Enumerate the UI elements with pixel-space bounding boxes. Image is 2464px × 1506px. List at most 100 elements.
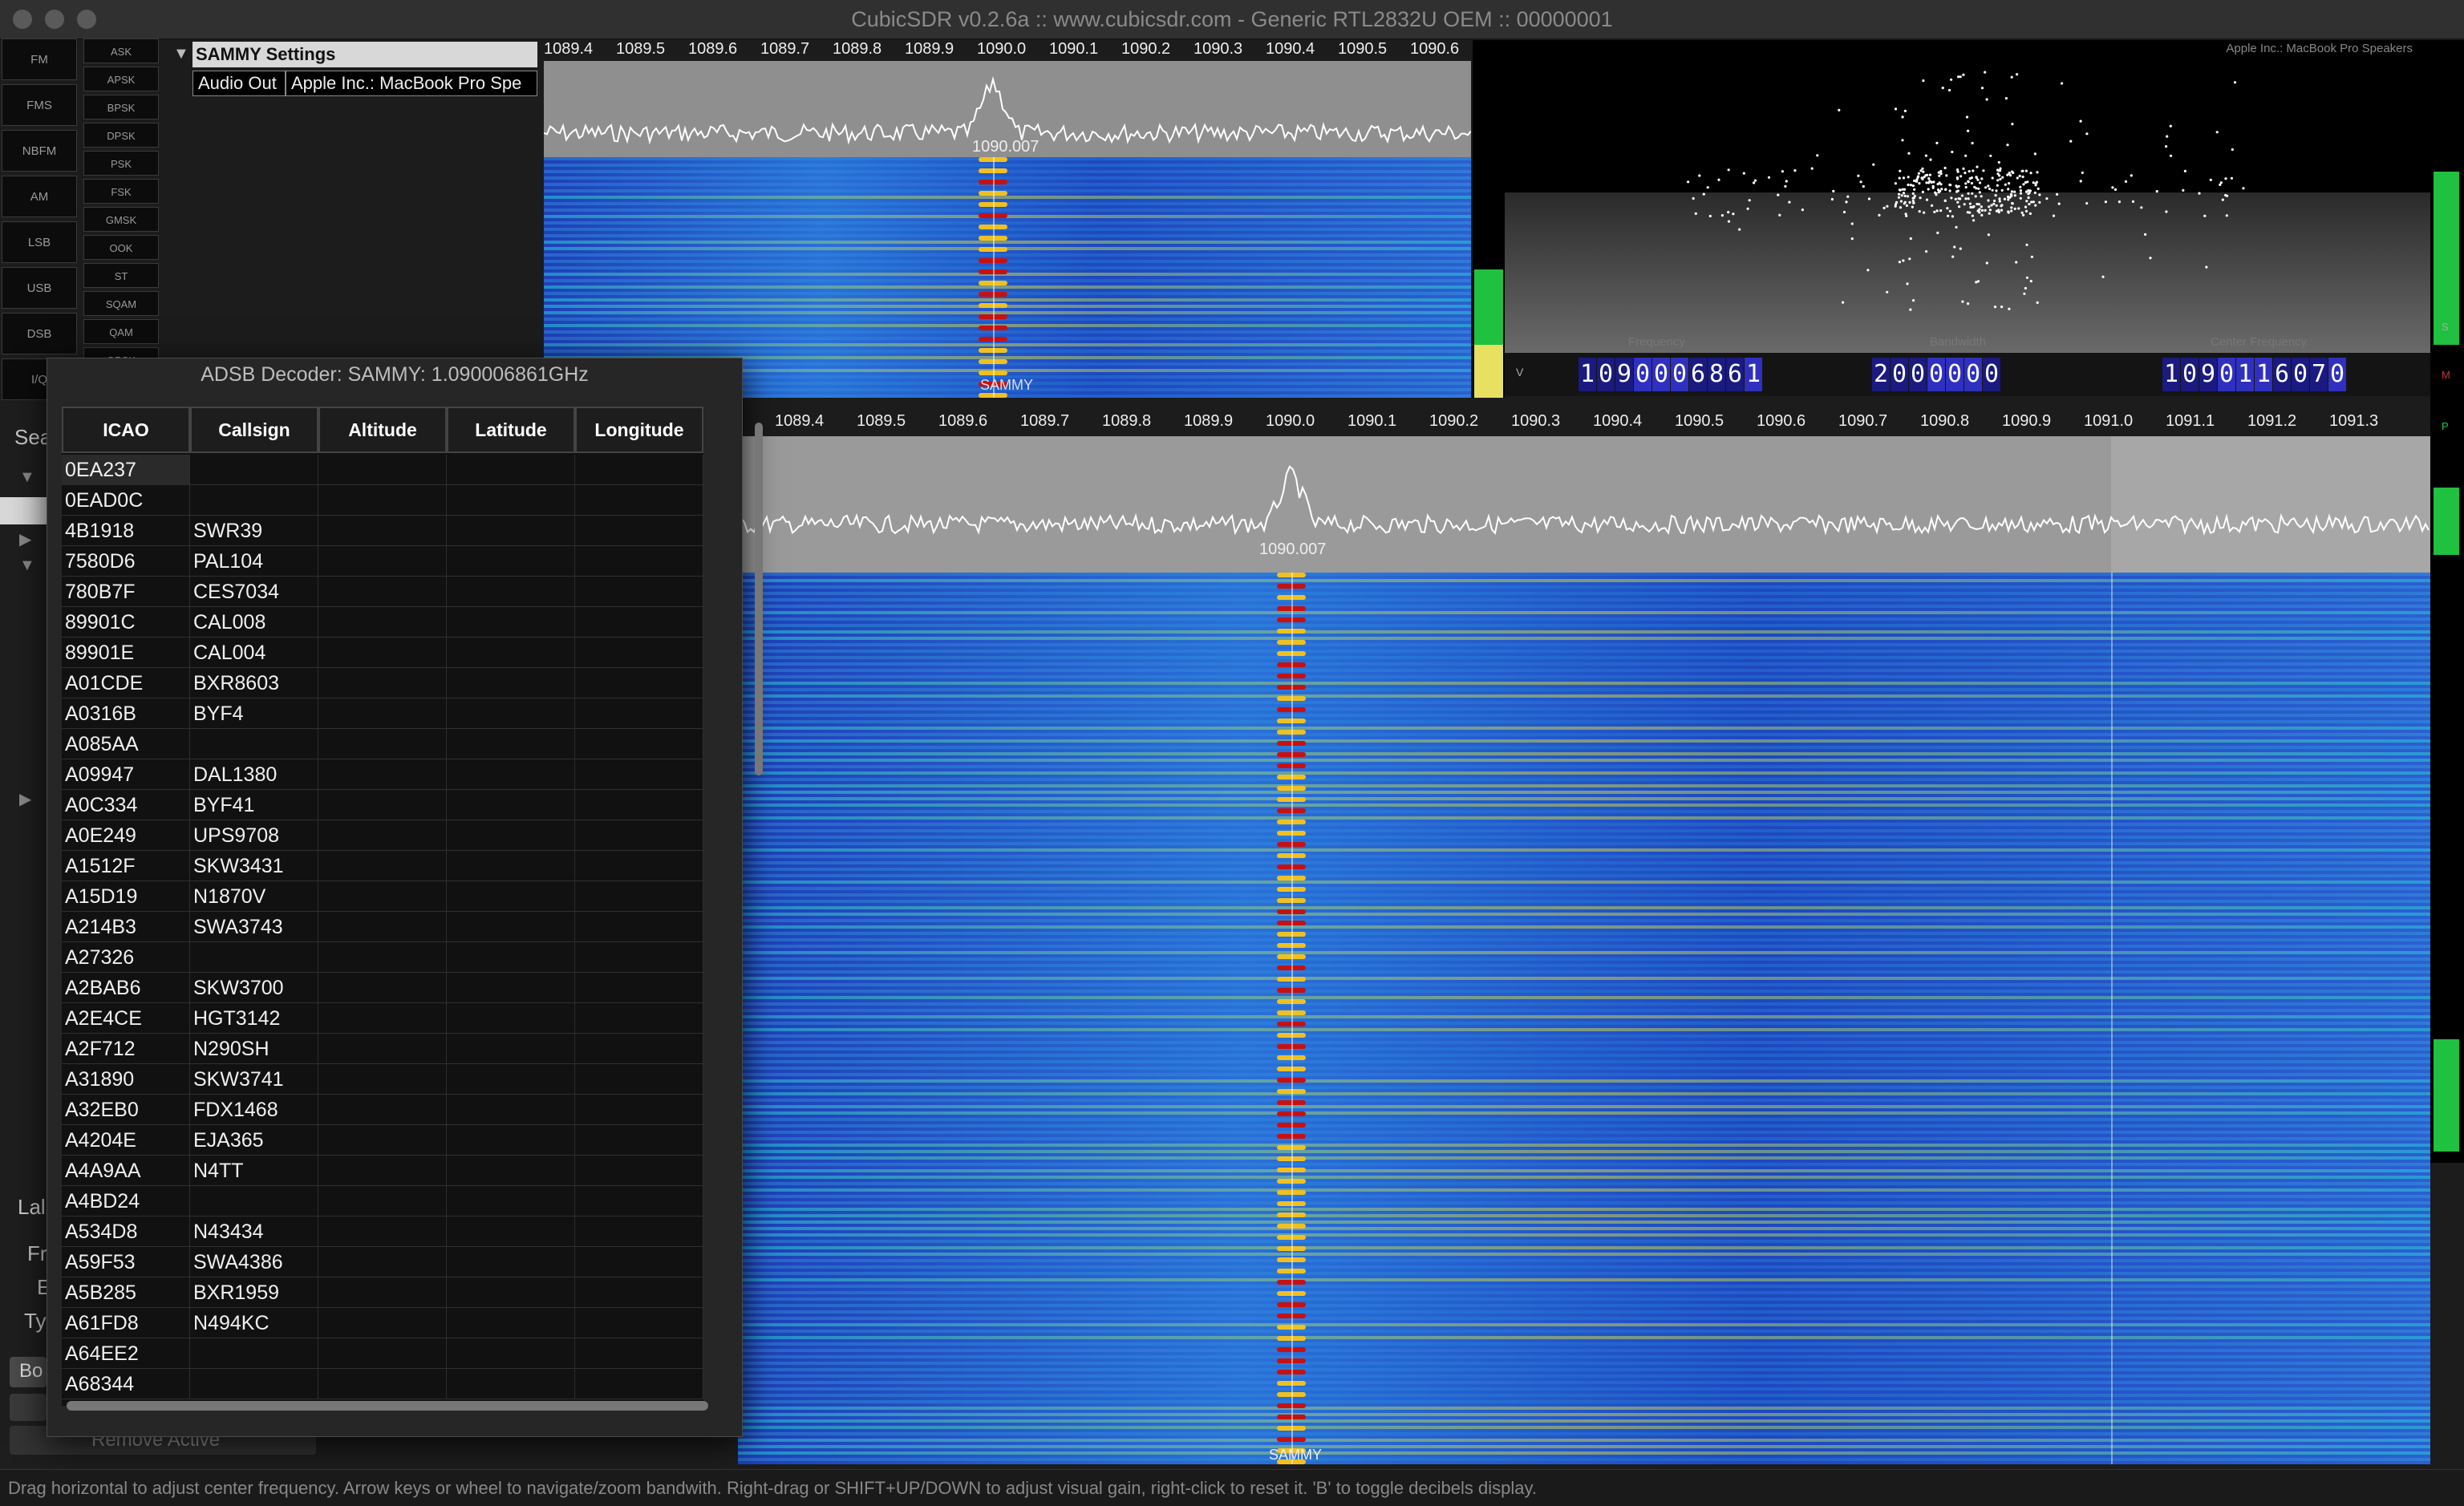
button-fragment[interactable] bbox=[10, 1394, 47, 1421]
expand-arrow-icon[interactable]: ▼ bbox=[19, 468, 35, 487]
mode-button-dsb[interactable]: DSB bbox=[2, 313, 77, 354]
digital-mode-button-fsk[interactable]: FSK bbox=[83, 179, 159, 204]
table-row[interactable]: A01CDE BXR8603 bbox=[62, 668, 703, 698]
table-row[interactable]: A0C334 BYF41 bbox=[62, 790, 703, 820]
table-row[interactable]: A0316B BYF4 bbox=[62, 698, 703, 729]
digit[interactable]: 2 bbox=[1872, 358, 1890, 391]
table-row[interactable]: A085AA bbox=[62, 729, 703, 759]
table-row[interactable]: 780B7F CES7034 bbox=[62, 577, 703, 607]
table-row[interactable]: A31890 SKW3741 bbox=[62, 1064, 703, 1095]
digit[interactable]: 0 bbox=[1927, 358, 1945, 391]
table-row[interactable]: A27326 bbox=[62, 942, 703, 973]
digit[interactable]: 0 bbox=[2218, 358, 2235, 391]
table-row[interactable]: 4B1918 SWR39 bbox=[62, 516, 703, 546]
table-row[interactable]: 0EAD0C bbox=[62, 485, 703, 516]
table-row[interactable]: A68344 bbox=[62, 1369, 703, 1399]
digit[interactable]: 6 bbox=[2273, 358, 2291, 391]
table-row[interactable]: A214B3 SWA3743 bbox=[62, 912, 703, 942]
right-meters[interactable]: S M P bbox=[2430, 40, 2464, 1163]
column-header-icao[interactable]: ICAO bbox=[62, 407, 190, 453]
collapse-arrow-icon-2[interactable]: ▶ bbox=[19, 789, 31, 809]
digit[interactable]: 0 bbox=[1964, 358, 1982, 391]
table-row[interactable]: A4204E EJA365 bbox=[62, 1125, 703, 1156]
column-header-callsign[interactable]: Callsign bbox=[190, 407, 318, 453]
digit[interactable]: 0 bbox=[2328, 358, 2346, 391]
digit[interactable]: 0 bbox=[1946, 358, 1964, 391]
column-header-latitude[interactable]: Latitude bbox=[447, 407, 575, 453]
table-row[interactable]: A09947 DAL1380 bbox=[62, 759, 703, 790]
table-row[interactable]: 89901E CAL004 bbox=[62, 638, 703, 668]
column-header-altitude[interactable]: Altitude bbox=[318, 407, 447, 453]
table-row[interactable]: A4A9AA N4TT bbox=[62, 1156, 703, 1186]
digital-mode-button-dpsk[interactable]: DPSK bbox=[83, 123, 159, 148]
audio-out-select[interactable]: Apple Inc.: MacBook Pro Spe bbox=[286, 71, 537, 96]
digital-mode-button-ask[interactable]: ASK bbox=[83, 38, 159, 63]
table-row[interactable]: 0EA237 bbox=[62, 455, 703, 485]
collapse-triangle-icon[interactable]: ▼ bbox=[173, 45, 189, 63]
adsb-vertical-scroll-thumb[interactable] bbox=[755, 423, 763, 775]
digit[interactable]: 0 bbox=[1652, 358, 1670, 391]
waterfall-row bbox=[738, 996, 2430, 999]
digit[interactable]: 1 bbox=[2162, 358, 2180, 391]
scope-point bbox=[1998, 174, 2001, 177]
mode-button-usb[interactable]: USB bbox=[2, 267, 77, 309]
digit[interactable]: 1 bbox=[1578, 358, 1596, 391]
mode-button-fm[interactable]: FM bbox=[2, 38, 77, 80]
digit[interactable]: 9 bbox=[1615, 358, 1633, 391]
table-row[interactable]: 89901C CAL008 bbox=[62, 607, 703, 638]
table-row[interactable]: A2BAB6 SKW3700 bbox=[62, 973, 703, 1003]
digit[interactable]: 7 bbox=[2310, 358, 2328, 391]
table-row[interactable]: 7580D6 PAL104 bbox=[62, 546, 703, 577]
digital-mode-button-gmsk[interactable]: GMSK bbox=[83, 207, 159, 232]
digit[interactable]: 9 bbox=[2199, 358, 2217, 391]
table-row[interactable]: A64EE2 bbox=[62, 1338, 703, 1369]
table-row[interactable]: A0E249 UPS9708 bbox=[62, 820, 703, 851]
digit[interactable]: 0 bbox=[1891, 358, 1908, 391]
bookmark-button-fragment[interactable]: Bo bbox=[10, 1357, 47, 1387]
scope-point bbox=[1977, 187, 1980, 190]
digit[interactable]: 0 bbox=[2292, 358, 2309, 391]
mode-button-am[interactable]: AM bbox=[2, 176, 77, 217]
mode-button-fms[interactable]: FMS bbox=[2, 84, 77, 126]
digit[interactable]: 1 bbox=[2236, 358, 2254, 391]
table-row[interactable]: A2F712 N290SH bbox=[62, 1034, 703, 1064]
digital-mode-button-ook[interactable]: OOK bbox=[83, 235, 159, 260]
mode-button-nbfm[interactable]: NBFM bbox=[2, 130, 77, 172]
digital-mode-button-st[interactable]: ST bbox=[83, 263, 159, 288]
digit[interactable]: 0 bbox=[1671, 358, 1688, 391]
digit[interactable]: 6 bbox=[1726, 358, 1744, 391]
collapse-arrow-icon[interactable]: ▶ bbox=[19, 529, 31, 549]
digit[interactable]: 0 bbox=[1597, 358, 1615, 391]
adsb-horizontal-scroll-thumb[interactable] bbox=[67, 1401, 708, 1411]
digital-mode-button-sqam[interactable]: SQAM bbox=[83, 291, 159, 316]
mode-button-lsb[interactable]: LSB bbox=[2, 221, 77, 263]
expand-arrow-icon-2[interactable]: ▼ bbox=[19, 557, 35, 575]
digit[interactable]: 6 bbox=[1689, 358, 1707, 391]
digit[interactable]: 0 bbox=[1909, 358, 1927, 391]
top-signal-meter[interactable] bbox=[1473, 40, 1505, 398]
digit[interactable]: 8 bbox=[1708, 358, 1725, 391]
table-row[interactable]: A5B285 BXR1959 bbox=[62, 1277, 703, 1308]
table-row[interactable]: A61FD8 N494KC bbox=[62, 1308, 703, 1338]
digital-mode-button-bpsk[interactable]: BPSK bbox=[83, 95, 159, 119]
table-row[interactable]: A4BD24 bbox=[62, 1186, 703, 1217]
table-row[interactable]: A15D19 N1870V bbox=[62, 881, 703, 912]
table-row[interactable]: A59F53 SWA4386 bbox=[62, 1247, 703, 1277]
digit[interactable]: 1 bbox=[2255, 358, 2272, 391]
table-row[interactable]: A2E4CE HGT3142 bbox=[62, 1003, 703, 1034]
selected-row-fragment[interactable] bbox=[0, 497, 47, 524]
main-waterfall[interactable] bbox=[738, 573, 2430, 1464]
digital-mode-button-psk[interactable]: PSK bbox=[83, 151, 159, 176]
table-row[interactable]: A32EB0 FDX1468 bbox=[62, 1095, 703, 1125]
digit[interactable]: 0 bbox=[1634, 358, 1651, 391]
table-row[interactable]: A534D8 N43434 bbox=[62, 1217, 703, 1247]
digit[interactable]: 0 bbox=[1983, 358, 2000, 391]
digital-mode-button-qam[interactable]: QAM bbox=[83, 319, 159, 344]
audio-scope[interactable]: Apple Inc.: MacBook Pro Speakers bbox=[1505, 40, 2430, 353]
table-row[interactable]: A1512F SKW3431 bbox=[62, 851, 703, 881]
digital-mode-button-apsk[interactable]: APSK bbox=[83, 67, 159, 91]
digit[interactable]: 1 bbox=[1745, 358, 1762, 391]
column-header-longitude[interactable]: Longitude bbox=[575, 407, 703, 453]
main-spectrum-plot[interactable] bbox=[738, 436, 2430, 573]
digit[interactable]: 0 bbox=[2181, 358, 2199, 391]
